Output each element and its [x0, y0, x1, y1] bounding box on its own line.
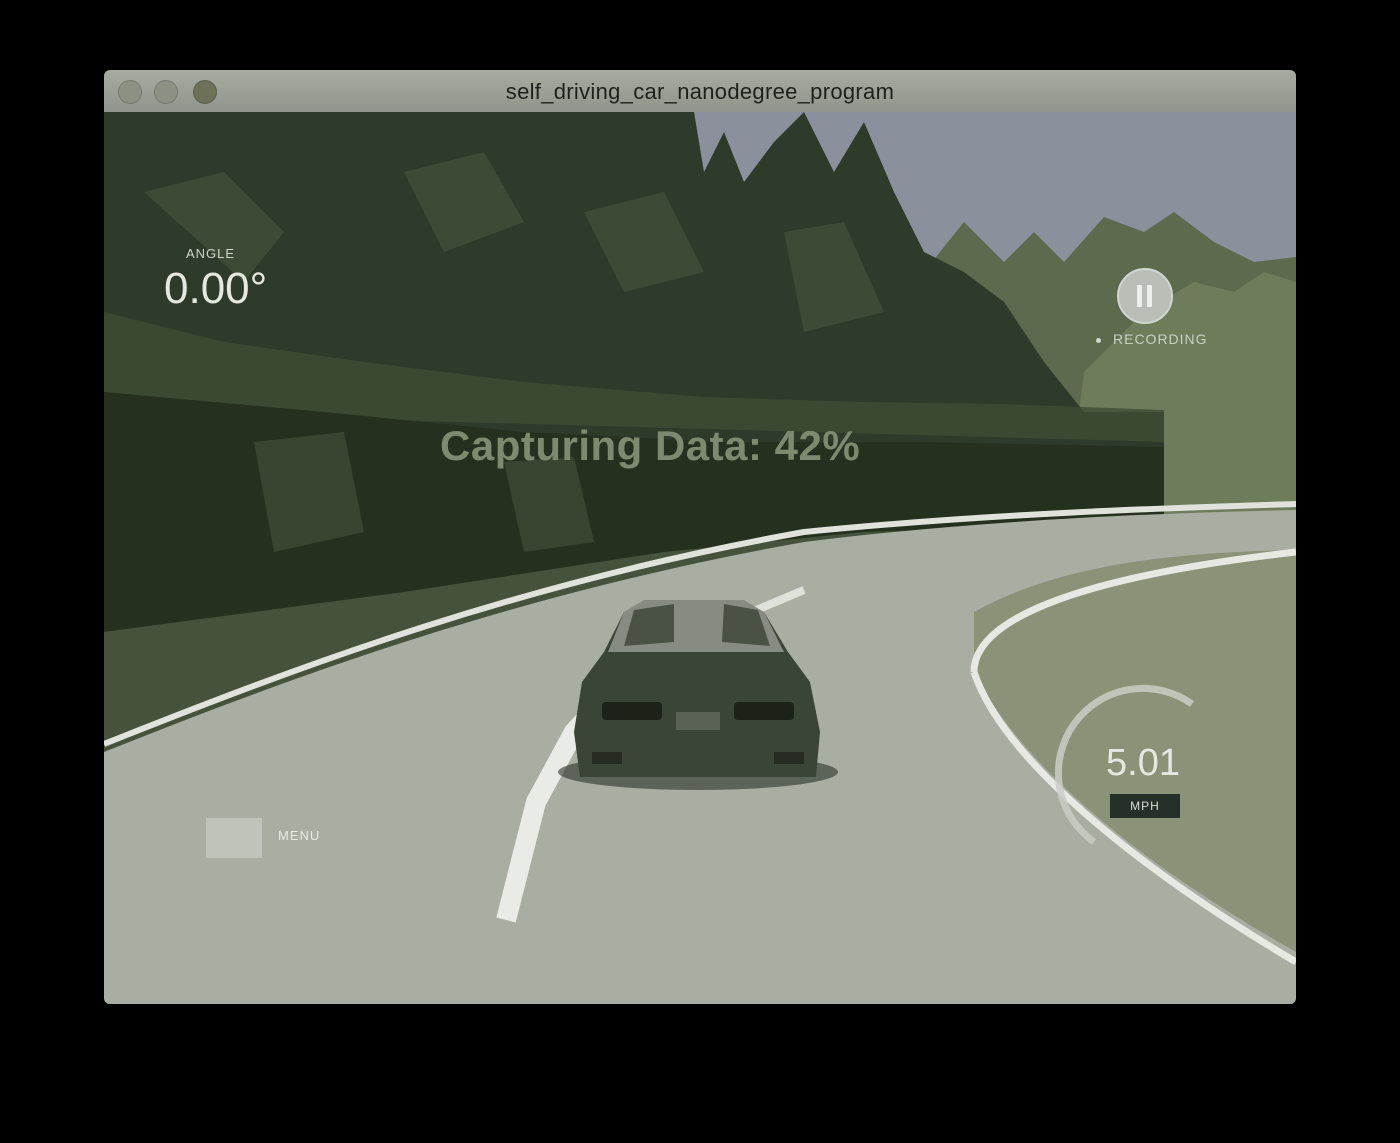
speed-unit-badge: MPH — [1110, 794, 1180, 818]
window-title: self_driving_car_nanodegree_program — [505, 79, 895, 104]
title-bar: self_driving_car_nanodegree_program — [104, 70, 1296, 113]
driving-scene — [104, 112, 1296, 1004]
recording-button[interactable] — [1117, 268, 1173, 324]
menu-button[interactable] — [206, 818, 262, 858]
menu-label[interactable]: MENU — [278, 828, 320, 843]
angle-value: 0.00° — [164, 264, 268, 313]
angle-label: ANGLE — [186, 246, 236, 261]
speed-value: 5.01 — [1106, 742, 1180, 784]
capture-progress-text: Capturing Data: 42% — [440, 422, 861, 469]
recording-indicator-dot — [1096, 338, 1101, 343]
game-viewport: ANGLE 0.00° Capturing Data: 42% RECORDIN… — [104, 112, 1296, 1004]
recording-label: RECORDING — [1113, 331, 1208, 347]
app-window: self_driving_car_nanodegree_program ANGL… — [104, 70, 1296, 1004]
